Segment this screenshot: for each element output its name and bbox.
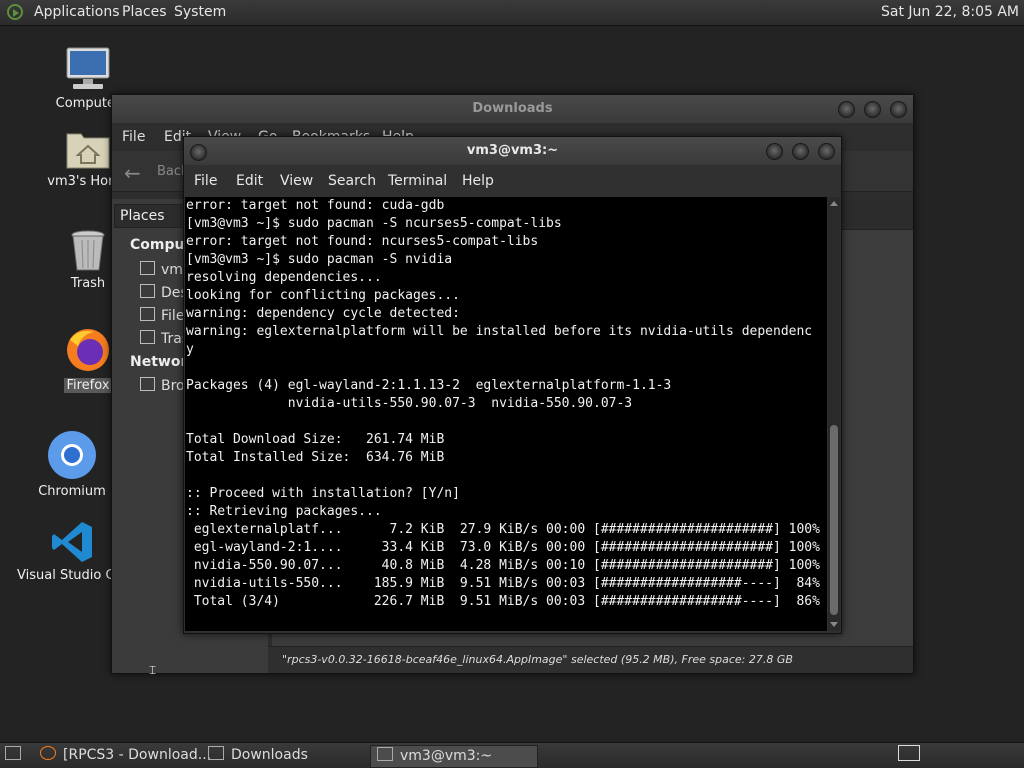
scrollbar-thumb[interactable]: [830, 425, 838, 615]
terminal-line: error: target not found: ncurses5-compat…: [186, 234, 539, 249]
taskbar-item-downloads[interactable]: Downloads: [202, 745, 368, 766]
desktop-icon-label: Chromium: [38, 484, 106, 499]
terminal-line: Packages (4) egl-wayland-2:1.1.13-2 egle…: [186, 378, 672, 393]
terminal-window[interactable]: vm3@vm3:~ File Edit View Search Terminal…: [183, 136, 842, 634]
terminal-line: [vm3@vm3 ~]$ sudo pacman -S ncurses5-com…: [186, 216, 562, 231]
mate-logo-icon[interactable]: [7, 4, 23, 20]
terminal-screen[interactable]: error: target not found: cuda-gdb [vm3@vm…: [185, 197, 827, 631]
home-folder-icon: [65, 128, 111, 170]
terminal-titlebar[interactable]: vm3@vm3:~: [184, 137, 841, 165]
terminal-line: :: Retrieving packages...: [186, 504, 382, 519]
terminal-output: error: target not found: cuda-gdb [vm3@vm…: [186, 197, 820, 611]
show-desktop-icon: [5, 746, 21, 760]
terminal-line: [vm3@vm3 ~]$ sudo pacman -S nvidia: [186, 252, 453, 267]
terminal-line: warning: dependency cycle detected:: [186, 306, 460, 321]
minimize-button[interactable]: [838, 101, 855, 118]
taskbar: [RPCS3 - Download... Downloads vm3@vm3:~: [0, 742, 1024, 768]
desktop-icon-label: Trash: [70, 276, 106, 291]
terminal-line: nvidia-utils-550... 185.9 MiB 9.51 MiB/s…: [186, 576, 820, 591]
places-menu[interactable]: Places: [122, 4, 167, 20]
terminal-line: looking for conflicting packages...: [186, 288, 460, 303]
terminal-title: vm3@vm3:~: [466, 143, 559, 158]
terminal-line: Total (3/4) 226.7 MiB 9.51 MiB/s 00:03 […: [186, 594, 820, 609]
terminal-line: nvidia-550.90.07... 40.8 MiB 4.28 MiB/s …: [186, 558, 820, 573]
trash-icon: [140, 330, 155, 344]
back-arrow-icon[interactable]: ←: [124, 161, 141, 185]
trash-icon: [68, 228, 108, 272]
chromium-icon: [47, 430, 97, 480]
terminal-icon: [377, 747, 393, 761]
close-button[interactable]: [818, 143, 835, 160]
applications-menu[interactable]: Applications: [34, 4, 120, 20]
maximize-button[interactable]: [864, 101, 881, 118]
menu-view[interactable]: View: [280, 173, 313, 189]
terminal-line: egl-wayland-2:1.... 33.4 KiB 73.0 KiB/s …: [186, 540, 820, 555]
firefox-icon: [64, 326, 112, 374]
terminal-line: warning: eglexternalplatform will be ins…: [186, 324, 813, 339]
workspace-icon: [898, 745, 920, 761]
terminal-line: Total Installed Size: 634.76 MiB: [186, 450, 445, 465]
terminal-line: eglexternalplatf... 7.2 KiB 27.9 KiB/s 0…: [186, 522, 820, 537]
show-desktop-button[interactable]: [2, 745, 24, 766]
taskbar-item-label: vm3@vm3:~: [400, 748, 493, 764]
clock[interactable]: Sat Jun 22, 8:05 AM: [881, 4, 1019, 20]
terminal-line: nvidia-utils-550.90.07-3 nvidia-550.90.0…: [186, 396, 633, 411]
terminal-line: :: Proceed with installation? [Y/n]: [186, 486, 460, 501]
file-manager-statusbar: "rpcs3-v0.0.32-16618-bceaf46e_linux64.Ap…: [268, 646, 913, 673]
firefox-icon: [40, 746, 56, 760]
close-button[interactable]: [890, 101, 907, 118]
menu-edit[interactable]: Edit: [236, 173, 263, 189]
top-panel: Applications Places System Sat Jun 22, 8…: [0, 0, 1024, 26]
network-icon: [140, 377, 155, 391]
system-menu[interactable]: System: [174, 4, 226, 20]
menu-file[interactable]: File: [122, 129, 145, 145]
terminal-line: error: target not found: cuda-gdb: [186, 198, 445, 213]
terminal-menubar: File Edit View Search Terminal Help: [184, 169, 841, 193]
menu-search[interactable]: Search: [328, 173, 376, 189]
folder-icon: [208, 746, 224, 760]
menu-terminal[interactable]: Terminal: [388, 173, 447, 189]
drive-icon: [140, 307, 155, 321]
vscode-icon: [50, 520, 94, 564]
terminal-line: y: [186, 342, 194, 357]
maximize-button[interactable]: [792, 143, 809, 160]
window-menu-button[interactable]: [190, 144, 207, 161]
file-manager-titlebar[interactable]: Downloads: [112, 95, 913, 123]
file-manager-title: Downloads: [472, 101, 553, 116]
computer-icon: [65, 46, 111, 92]
taskbar-item-rpcs3[interactable]: [RPCS3 - Download...: [34, 745, 211, 766]
taskbar-item-terminal[interactable]: vm3@vm3:~: [370, 745, 538, 768]
menu-help[interactable]: Help: [462, 173, 494, 189]
mouse-pointer-icon: ⌶: [149, 663, 157, 677]
taskbar-item-label: [RPCS3 - Download...: [63, 747, 212, 763]
home-icon: [140, 261, 155, 275]
terminal-line: Total Download Size: 261.74 MiB: [186, 432, 445, 447]
terminal-line: resolving dependencies...: [186, 270, 382, 285]
workspace-switcher[interactable]: [896, 745, 922, 766]
menu-file[interactable]: File: [194, 173, 217, 189]
taskbar-item-label: Downloads: [231, 747, 308, 763]
minimize-button[interactable]: [766, 143, 783, 160]
terminal-scrollbar[interactable]: [828, 197, 840, 631]
scroll-down-icon[interactable]: [830, 622, 838, 627]
scroll-up-icon[interactable]: [830, 201, 838, 206]
desktop-icon: [140, 284, 155, 298]
desktop-icon-label: Firefox: [64, 378, 112, 393]
